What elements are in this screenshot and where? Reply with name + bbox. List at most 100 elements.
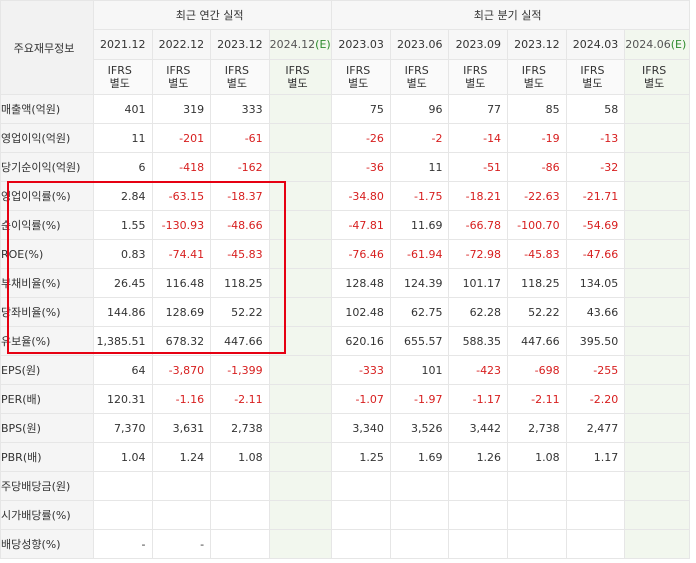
value-cell: -74.41: [151, 239, 212, 269]
row-label: 주당배당금(원): [0, 471, 94, 501]
period-label: 2021.12: [100, 38, 146, 51]
ifrs-label: IFRS: [107, 64, 132, 77]
value-cell: 11: [92, 123, 153, 153]
table-row: 주당배당금(원): [0, 471, 690, 501]
row-label: 배당성향(%): [0, 529, 94, 559]
value-cell: [268, 268, 333, 298]
value-cell: [565, 500, 626, 530]
estimate-mark: (E): [670, 38, 687, 51]
row-label: 영업이익률(%): [0, 181, 94, 211]
value-cell: [389, 471, 450, 501]
table-row: 시가배당률(%): [0, 500, 690, 530]
value-cell: -18.21: [448, 181, 509, 211]
value-cell: 7,370: [92, 413, 153, 443]
value-cell: [268, 152, 333, 182]
value-cell: [268, 413, 333, 443]
value-cell: -26: [331, 123, 391, 153]
period-label: 2022.12: [158, 38, 205, 51]
value-cell: 128.48: [331, 268, 391, 298]
period-label: 2023.12: [217, 38, 263, 51]
period-header: 2024.06(E): [624, 29, 690, 60]
value-cell: -19: [507, 123, 567, 153]
value-cell: 1.04: [92, 442, 153, 472]
ifrs-type-label: 별도: [465, 77, 486, 90]
value-cell: -1.97: [389, 384, 450, 414]
value-cell: -47.81: [331, 210, 391, 240]
ifrs-label: IFRS: [404, 64, 429, 77]
value-cell: -14: [448, 123, 509, 153]
table-row: 유보율(%) 1,385.51 678.32 447.66 620.16 655.57 58…: [0, 326, 690, 356]
value-cell: -61: [210, 123, 270, 153]
value-cell: 101: [389, 355, 450, 385]
row-label: EPS(원): [0, 355, 94, 385]
value-cell: 85: [507, 94, 567, 124]
period-header: 2023.06: [389, 29, 450, 60]
value-cell: -2.11: [210, 384, 270, 414]
value-cell: [565, 529, 626, 559]
ifrs-label: IFRS: [521, 64, 546, 77]
value-cell: [151, 500, 212, 530]
row-label: 시가배당률(%): [0, 500, 94, 530]
value-cell: 333: [210, 94, 270, 124]
value-cell: 620.16: [331, 326, 391, 356]
value-cell: [268, 123, 333, 153]
value-cell: [268, 529, 333, 559]
value-cell: -130.93: [151, 210, 212, 240]
value-cell: -45.83: [507, 239, 567, 269]
value-cell: 64: [92, 355, 153, 385]
value-cell: -76.46: [331, 239, 391, 269]
value-cell: [624, 152, 690, 182]
ifrs-label: IFRS: [166, 64, 191, 77]
value-cell: 58: [565, 94, 626, 124]
table-row: PBR(배) 1.04 1.24 1.08 1.25 1.69 1.26 1.08 1.17: [0, 442, 690, 472]
value-cell: [624, 384, 690, 414]
value-cell: -423: [448, 355, 509, 385]
ifrs-type-label: 별도: [523, 77, 544, 90]
value-cell: [448, 529, 509, 559]
value-cell: 1.24: [151, 442, 212, 472]
ifrs-type-label: 별도: [109, 77, 130, 90]
ifrs-basis: IFRS 별도: [331, 59, 391, 95]
ifrs-basis: IFRS 별도: [210, 59, 270, 95]
value-cell: [268, 471, 333, 501]
value-cell: 118.25: [210, 268, 270, 298]
value-cell: 1.26: [448, 442, 509, 472]
ifrs-basis: IFRS 별도: [565, 59, 626, 95]
value-cell: -21.71: [565, 181, 626, 211]
ifrs-basis: IFRS 별도: [389, 59, 450, 95]
annual-group-header: 최근 연간 실적: [92, 0, 333, 30]
value-cell: -: [151, 529, 212, 559]
value-cell: 588.35: [448, 326, 509, 356]
value-cell: [624, 123, 690, 153]
value-cell: 2,738: [210, 413, 270, 443]
value-cell: -201: [151, 123, 212, 153]
value-cell: [624, 413, 690, 443]
value-cell: [92, 500, 153, 530]
value-cell: [210, 471, 270, 501]
value-cell: 1.17: [565, 442, 626, 472]
value-cell: [624, 181, 690, 211]
value-cell: -34.80: [331, 181, 391, 211]
ifrs-basis: IFRS 별도: [507, 59, 567, 95]
ifrs-basis: IFRS 별도: [624, 59, 690, 95]
ifrs-type-label: 별도: [226, 77, 247, 90]
value-cell: [624, 529, 690, 559]
value-cell: 26.45: [92, 268, 153, 298]
ifrs-type-label: 별도: [287, 77, 308, 90]
row-label: BPS(원): [0, 413, 94, 443]
value-cell: 96: [389, 94, 450, 124]
value-cell: [624, 268, 690, 298]
value-cell: -47.66: [565, 239, 626, 269]
value-cell: -61.94: [389, 239, 450, 269]
table-row: BPS(원) 7,370 3,631 2,738 3,340 3,526 3,442 2,73…: [0, 413, 690, 443]
group-header-row: 주요재무정보 최근 연간 실적 최근 분기 실적: [0, 0, 690, 95]
value-cell: [331, 471, 391, 501]
ifrs-label: IFRS: [463, 64, 488, 77]
period-label: 2023.12: [514, 38, 560, 51]
value-cell: -72.98: [448, 239, 509, 269]
value-cell: -22.63: [507, 181, 567, 211]
value-cell: -51: [448, 152, 509, 182]
value-cell: 43.66: [565, 297, 626, 327]
period-label: 2024.03: [572, 38, 619, 51]
value-cell: 3,340: [331, 413, 391, 443]
